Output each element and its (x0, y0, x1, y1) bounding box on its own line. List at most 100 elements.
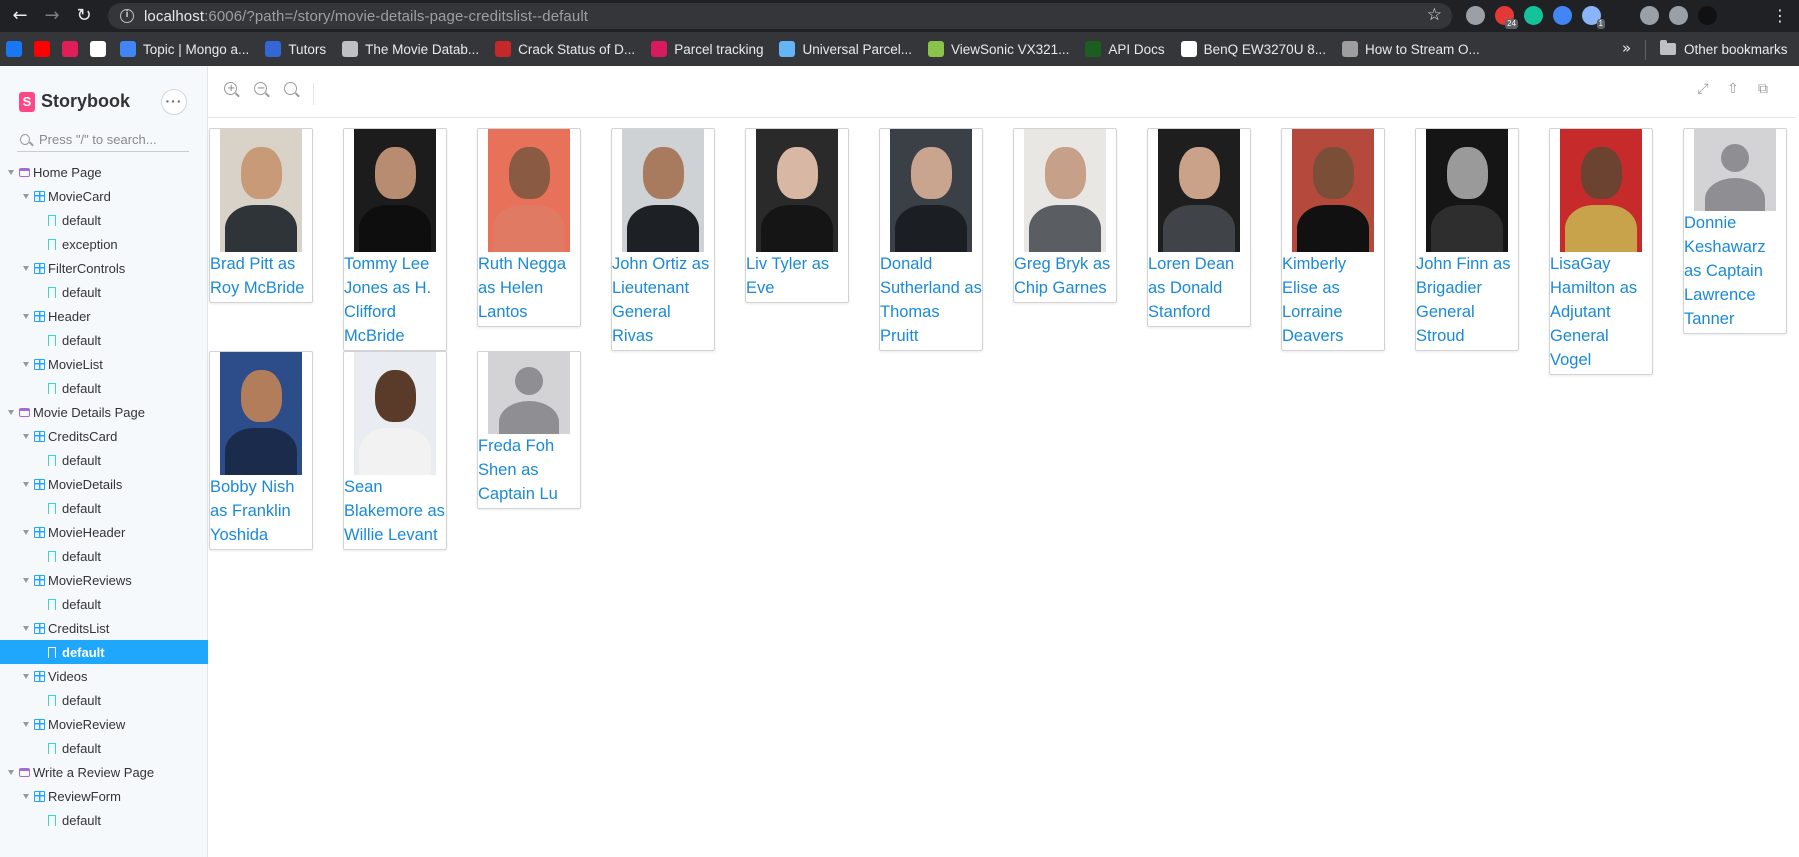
credit-link[interactable]: Kimberly Elise as Lorraine Deavers (1282, 252, 1384, 350)
actor-photo[interactable] (354, 129, 436, 252)
credit-card[interactable]: Loren Dean as Donald Stanford (1147, 128, 1251, 327)
grammarly-icon[interactable] (1524, 6, 1543, 25)
placeholder-avatar-icon[interactable] (488, 352, 570, 434)
story-item-exception[interactable]: exception (0, 232, 208, 256)
chrome-menu-icon[interactable]: ⋮ (1772, 6, 1788, 25)
forward-arrow-icon[interactable]: → (42, 6, 62, 26)
story-item-default[interactable]: default (0, 208, 208, 232)
bookmark-item[interactable]: How to Stream O... (1334, 35, 1488, 63)
profile-mask-icon[interactable] (1640, 6, 1659, 25)
credit-card[interactable]: Donnie Keshawarz as Captain Lawrence Tan… (1683, 128, 1787, 334)
credit-link[interactable]: Sean Blakemore as Willie Levant (344, 475, 446, 549)
sidebar-menu-button[interactable]: ··· (161, 89, 187, 115)
component-item-moviecard[interactable]: MovieCard (0, 184, 208, 208)
actor-photo[interactable] (622, 129, 704, 252)
zoom-in-icon[interactable]: + (222, 80, 240, 98)
story-item-default[interactable]: default (0, 592, 208, 616)
credit-link[interactable]: Brad Pitt as Roy McBride (210, 252, 312, 302)
credit-card[interactable]: Freda Foh Shen as Captain Lu (477, 351, 581, 509)
component-item-moviereviews[interactable]: MovieReviews (0, 568, 208, 592)
story-item-default[interactable]: default (0, 544, 208, 568)
credit-card[interactable]: Donald Sutherland as Thomas Pruitt (879, 128, 983, 351)
actor-photo[interactable] (1560, 129, 1642, 252)
story-item-default[interactable]: default (0, 496, 208, 520)
bookmark-star-icon[interactable]: ☆ (1427, 5, 1442, 25)
bookmark-item[interactable]: The Movie Datab... (334, 35, 487, 63)
bookmark-item[interactable]: Tutors (257, 35, 334, 63)
zoom-out-icon[interactable]: − (252, 80, 270, 98)
credit-card[interactable]: Bobby Nish as Franklin Yoshida (209, 351, 313, 550)
search-input[interactable] (39, 132, 189, 147)
bookmark-item[interactable]: API Docs (1077, 35, 1172, 63)
actor-photo[interactable] (890, 129, 972, 252)
url-text[interactable]: localhost:6006/?path=/story/movie-detail… (144, 8, 588, 25)
credit-card[interactable]: Brad Pitt as Roy McBride (209, 128, 313, 303)
story-item-default[interactable]: default (0, 328, 208, 352)
credit-link[interactable]: Donald Sutherland as Thomas Pruitt (880, 252, 982, 350)
ext-gray-icon[interactable] (1466, 6, 1485, 25)
story-item-default[interactable]: default (0, 448, 208, 472)
credit-link[interactable]: Tommy Lee Jones as H. Clifford McBride (344, 252, 446, 350)
credit-link[interactable]: Ruth Negga as Helen Lantos (478, 252, 580, 326)
credit-card[interactable]: LisaGay Hamilton as Adjutant General Vog… (1549, 128, 1653, 375)
credit-card[interactable]: John Finn as Brigadier General Stroud (1415, 128, 1519, 351)
bookmark-item[interactable] (0, 35, 28, 63)
group-item-movie-details-page[interactable]: Movie Details Page (0, 400, 208, 424)
component-item-moviedetails[interactable]: MovieDetails (0, 472, 208, 496)
credit-link[interactable]: John Ortiz as Lieutenant General Rivas (612, 252, 714, 350)
component-item-header[interactable]: Header (0, 304, 208, 328)
more-bookmarks-chevron-icon[interactable]: » (1622, 39, 1631, 57)
component-item-reviewform[interactable]: ReviewForm (0, 784, 208, 808)
credit-link[interactable]: Bobby Nish as Franklin Yoshida (210, 475, 312, 549)
bookmark-item[interactable]: Universal Parcel... (771, 35, 920, 63)
placeholder-avatar-icon[interactable] (1694, 129, 1776, 211)
credit-link[interactable]: John Finn as Brigadier General Stroud (1416, 252, 1518, 350)
copy-link-icon[interactable]: ⧉ (1754, 80, 1772, 98)
component-item-creditscard[interactable]: CreditsCard (0, 424, 208, 448)
credit-link[interactable]: Liv Tyler as Eve (746, 252, 848, 302)
bookmark-item[interactable]: Parcel tracking (643, 35, 771, 63)
bookmark-item[interactable]: Crack Status of D... (487, 35, 643, 63)
story-item-default[interactable]: default (0, 736, 208, 760)
component-item-movielist[interactable]: MovieList (0, 352, 208, 376)
bookmark-item[interactable]: BenQ EW3270U 8... (1173, 35, 1334, 63)
component-item-moviereview[interactable]: MovieReview (0, 712, 208, 736)
fullscreen-icon[interactable]: ⤢ (1694, 80, 1712, 98)
actor-photo[interactable] (1292, 129, 1374, 252)
story-item-default[interactable]: default (0, 640, 208, 664)
actor-photo[interactable] (1024, 129, 1106, 252)
group-item-home-page[interactable]: Home Page (0, 160, 208, 184)
bookmark-item[interactable]: ViewSonic VX321... (920, 35, 1077, 63)
group-item-write-a-review-page[interactable]: Write a Review Page (0, 760, 208, 784)
speed-icon[interactable] (1669, 6, 1688, 25)
actor-photo[interactable] (1426, 129, 1508, 252)
component-item-videos[interactable]: Videos (0, 664, 208, 688)
credit-card[interactable]: John Ortiz as Lieutenant General Rivas (611, 128, 715, 351)
address-bar[interactable]: i localhost:6006/?path=/story/movie-deta… (108, 3, 1452, 29)
actor-photo[interactable] (1158, 129, 1240, 252)
story-item-default[interactable]: default (0, 688, 208, 712)
credit-link[interactable]: Freda Foh Shen as Captain Lu (478, 434, 580, 508)
story-item-default[interactable]: default (0, 280, 208, 304)
component-item-filtercontrols[interactable]: FilterControls (0, 256, 208, 280)
account-icon[interactable] (1698, 6, 1717, 25)
storybook-brand[interactable]: S Storybook (19, 91, 130, 112)
story-item-default[interactable]: default (0, 808, 208, 832)
moon-icon[interactable] (1611, 6, 1630, 25)
credit-card[interactable]: Greg Bryk as Chip Garnes (1013, 128, 1117, 303)
apd-icon[interactable]: 24 (1495, 6, 1518, 29)
bookmark-item[interactable] (56, 35, 84, 63)
credit-link[interactable]: LisaGay Hamilton as Adjutant General Vog… (1550, 252, 1652, 374)
component-item-movieheader[interactable]: MovieHeader (0, 520, 208, 544)
open-new-tab-icon[interactable]: ⇧ (1724, 80, 1742, 98)
story-item-default[interactable]: default (0, 376, 208, 400)
credit-card[interactable]: Ruth Negga as Helen Lantos (477, 128, 581, 327)
bookmark-item[interactable]: Topic | Mongo a... (112, 35, 257, 63)
back-arrow-icon[interactable]: ← (10, 6, 30, 26)
credit-card[interactable]: Kimberly Elise as Lorraine Deavers (1281, 128, 1385, 351)
credit-link[interactable]: Donnie Keshawarz as Captain Lawrence Tan… (1684, 211, 1786, 333)
zoom-reset-icon[interactable] (282, 80, 300, 98)
actor-photo[interactable] (756, 129, 838, 252)
sidebar-search[interactable] (17, 128, 189, 152)
credit-link[interactable]: Loren Dean as Donald Stanford (1148, 252, 1250, 326)
